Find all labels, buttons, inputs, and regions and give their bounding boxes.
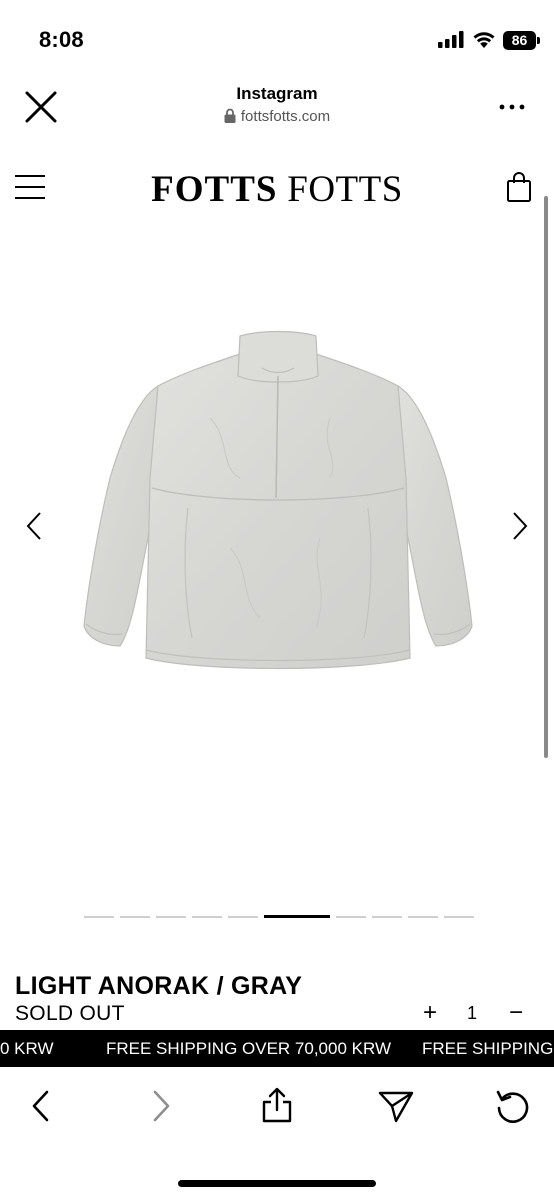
send-button[interactable]: [376, 1086, 416, 1126]
carousel-indicator[interactable]: [156, 916, 186, 918]
page-scrollbar[interactable]: [544, 196, 548, 758]
carousel-indicator[interactable]: [444, 916, 474, 918]
url-bar[interactable]: fottsfotts.com: [0, 108, 554, 125]
browser-title: Instagram: [236, 84, 318, 103]
lock-icon: [224, 108, 236, 123]
carousel-indicator[interactable]: [192, 916, 222, 918]
battery-level: 86: [503, 31, 536, 50]
shipping-banner: 0 KRW FREE SHIPPING OVER 70,000 KRW FREE…: [0, 1030, 554, 1067]
chevron-left-icon[interactable]: [22, 510, 46, 542]
cellular-signal-icon: [438, 31, 464, 48]
wifi-icon: [473, 32, 495, 48]
carousel-indicator[interactable]: [372, 916, 402, 918]
battery-terminal: [537, 37, 540, 44]
carousel-indicator[interactable]: [228, 916, 258, 918]
shopping-bag-icon[interactable]: [505, 171, 533, 203]
forward-button[interactable]: [140, 1086, 180, 1126]
carousel-indicator[interactable]: [408, 916, 438, 918]
carousel-indicator[interactable]: [336, 916, 366, 918]
status-time: 8:08: [39, 27, 84, 52]
product-image[interactable]: [80, 328, 476, 678]
quantity-value: 1: [466, 1003, 477, 1023]
carousel-indicator[interactable]: [84, 916, 114, 918]
banner-text: FREE SHIPPING OVER 70,000 KRW: [106, 1039, 391, 1058]
reload-button[interactable]: [493, 1086, 533, 1126]
carousel-indicator[interactable]: [264, 915, 330, 918]
logo-primary: FOTTS: [151, 169, 278, 210]
stock-status: SOLD OUT: [15, 1002, 125, 1025]
chevron-right-icon[interactable]: [508, 510, 532, 542]
more-button[interactable]: [496, 100, 528, 114]
back-button[interactable]: [22, 1086, 62, 1126]
home-indicator: [178, 1180, 376, 1187]
quantity-increase-button[interactable]: +: [417, 1000, 443, 1026]
site-logo[interactable]: FOTTS FOTTS: [0, 168, 554, 211]
logo-secondary: FOTTS: [287, 169, 403, 210]
quantity-decrease-button[interactable]: −: [503, 1000, 529, 1026]
share-button[interactable]: [257, 1086, 297, 1126]
carousel-indicator[interactable]: [120, 916, 150, 918]
carousel-indicators: [84, 915, 474, 920]
banner-text-fragment: FREE SHIPPING OV: [422, 1039, 554, 1058]
banner-text-fragment: 0 KRW: [0, 1039, 54, 1058]
url-text: fottsfotts.com: [240, 108, 331, 125]
product-name: LIGHT ANORAK / GRAY: [15, 972, 303, 1000]
